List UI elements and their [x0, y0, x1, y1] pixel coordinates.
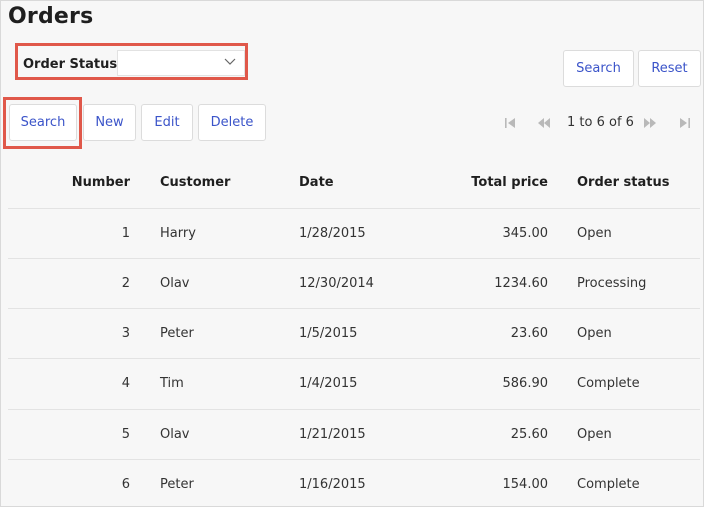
new-button[interactable]: New	[83, 104, 136, 141]
order-status-label: Order Status	[23, 57, 118, 72]
cell-customer: Peter	[160, 477, 194, 492]
cell-total-price: 345.00	[502, 226, 549, 241]
pager-status: 1 to 6 of 6	[567, 115, 634, 130]
cell-date: 1/16/2015	[299, 477, 366, 492]
chevron-down-icon	[224, 58, 236, 65]
table-row[interactable]: 2 Olav 12/30/2014 1234.60 Processing	[8, 258, 700, 308]
order-status-dropdown[interactable]	[117, 50, 245, 76]
filter-reset-button[interactable]: Reset	[638, 50, 701, 87]
cell-date: 1/28/2015	[299, 226, 366, 241]
page-title: Orders	[8, 4, 94, 29]
cell-total-price: 586.90	[502, 376, 549, 391]
cell-order-status: Processing	[577, 276, 647, 291]
cell-total-price: 1234.60	[494, 276, 548, 291]
cell-total-price: 25.60	[510, 427, 548, 442]
cell-number: 4	[121, 376, 130, 391]
cell-order-status: Complete	[577, 477, 640, 492]
last-page-icon[interactable]	[678, 116, 692, 130]
cell-customer: Harry	[160, 226, 196, 241]
column-date[interactable]: Date	[299, 175, 334, 190]
cell-date: 1/5/2015	[299, 326, 358, 341]
table-row[interactable]: 4 Tim 1/4/2015 586.90 Complete	[8, 358, 700, 408]
filter-search-button[interactable]: Search	[563, 50, 634, 87]
cell-number: 1	[121, 226, 130, 241]
table-header: Number Customer Date Total price Order s…	[8, 171, 700, 207]
column-number[interactable]: Number	[72, 175, 130, 190]
orders-page: Orders Order Status Search Reset Search …	[0, 0, 704, 507]
previous-page-icon[interactable]	[537, 116, 551, 130]
cell-order-status: Open	[577, 427, 612, 442]
cell-date: 1/4/2015	[299, 376, 358, 391]
cell-customer: Olav	[160, 276, 190, 291]
cell-date: 1/21/2015	[299, 427, 366, 442]
cell-order-status: Open	[577, 226, 612, 241]
column-order-status[interactable]: Order status	[577, 175, 669, 190]
column-total-price[interactable]: Total price	[471, 175, 548, 190]
cell-total-price: 23.60	[510, 326, 548, 341]
cell-number: 5	[121, 427, 130, 442]
cell-number: 3	[121, 326, 130, 341]
table-row[interactable]: 6 Peter 1/16/2015 154.00 Complete	[8, 459, 700, 509]
cell-date: 12/30/2014	[299, 276, 374, 291]
table-row[interactable]: 3 Peter 1/5/2015 23.60 Open	[8, 308, 700, 358]
search-button-highlight	[3, 97, 82, 149]
cell-order-status: Complete	[577, 376, 640, 391]
cell-customer: Tim	[160, 376, 184, 391]
edit-button[interactable]: Edit	[141, 104, 193, 141]
cell-customer: Peter	[160, 326, 194, 341]
table-row[interactable]: 5 Olav 1/21/2015 25.60 Open	[8, 409, 700, 459]
delete-button[interactable]: Delete	[198, 104, 266, 141]
next-page-icon[interactable]	[643, 116, 657, 130]
cell-total-price: 154.00	[502, 477, 549, 492]
column-customer[interactable]: Customer	[160, 175, 230, 190]
first-page-icon[interactable]	[503, 116, 517, 130]
cell-customer: Olav	[160, 427, 190, 442]
table-row[interactable]: 1 Harry 1/28/2015 345.00 Open	[8, 208, 700, 258]
cell-number: 6	[121, 477, 130, 492]
cell-number: 2	[121, 276, 130, 291]
cell-order-status: Open	[577, 326, 612, 341]
